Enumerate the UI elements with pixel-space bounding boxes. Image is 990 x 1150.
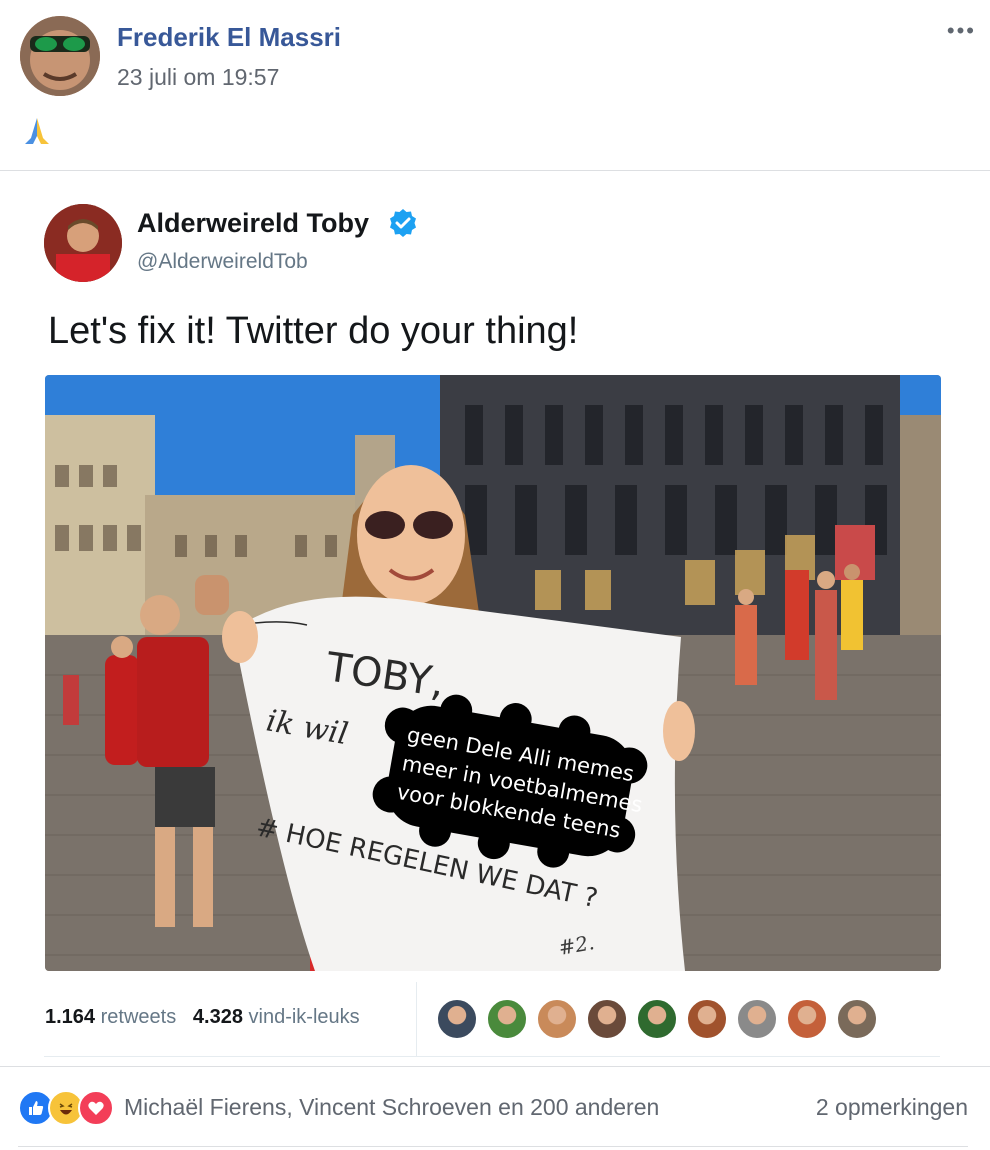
liker-avatar[interactable] [486,998,528,1040]
tweet-text: Let's fix it! Twitter do your thing! [48,310,579,352]
liker-avatar[interactable] [686,998,728,1040]
tweet-avatar[interactable] [44,204,122,282]
author-name[interactable]: Frederik El Massri [117,22,341,53]
retweets-count: 1.164 [45,1006,96,1028]
verified-badge-icon [388,208,418,238]
liker-avatar[interactable] [536,998,578,1040]
reaction-icons[interactable] [18,1090,114,1126]
liker-avatar[interactable] [586,998,628,1040]
divider [0,1066,990,1067]
reactions-summary[interactable]: Michaël Fierens, Vincent Schroeven en 20… [124,1094,659,1121]
tweet-photo[interactable]: TOBY, ik wil # HOE REGELEN WE DAT ? #2. … [45,375,941,971]
likes-label[interactable]: vind-ik-leuks [249,1006,360,1028]
stats-divider [416,982,417,1056]
folded-hands-emoji-icon [20,114,54,148]
tweet-stats: 1.164 retweets 4.328 vind-ik-leuks [45,1006,360,1029]
liker-avatar[interactable] [636,998,678,1040]
comments-count[interactable]: 2 opmerkingen [816,1094,968,1121]
divider [0,170,990,171]
liker-avatar[interactable] [736,998,778,1040]
likes-count: 4.328 [192,1006,243,1028]
liker-avatar[interactable] [836,998,878,1040]
post-timestamp[interactable]: 23 juli om 19:57 [117,64,279,91]
liker-avatar[interactable] [436,998,478,1040]
divider [44,1056,940,1057]
divider [18,1146,968,1147]
author-avatar[interactable] [20,16,100,96]
liker-avatar[interactable] [786,998,828,1040]
retweets-label[interactable]: retweets [101,1006,177,1028]
tweet-handle[interactable]: @AlderweireldTob [137,250,308,274]
tweet-author-name[interactable]: Alderweireld Toby [137,208,369,239]
more-options-icon[interactable]: ••• [947,18,976,44]
likers-avatars[interactable] [436,998,878,1040]
love-reaction-icon[interactable] [78,1090,114,1126]
